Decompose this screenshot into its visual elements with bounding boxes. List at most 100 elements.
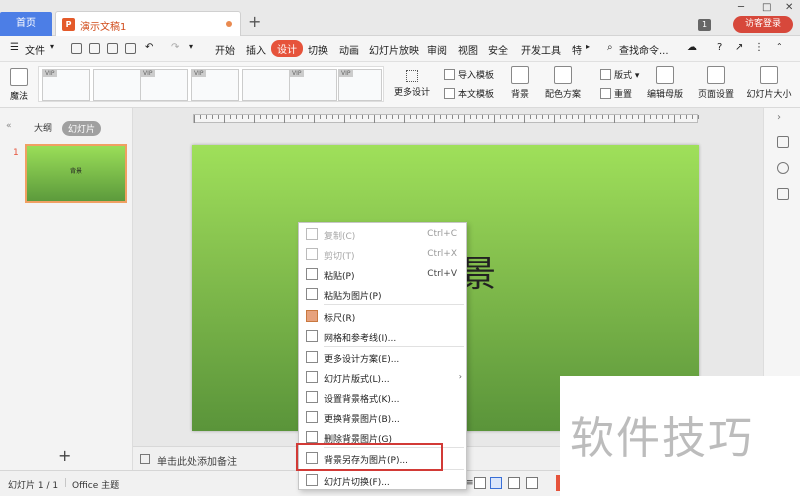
sorter-view-icon[interactable] xyxy=(508,477,520,489)
menu-item-ruler[interactable]: 标尺(R) xyxy=(299,306,468,326)
template-thumb[interactable] xyxy=(93,69,141,101)
layout-button[interactable]: 版式 ▾ xyxy=(600,68,639,81)
menu-item-slide-transition[interactable]: 幻灯片切换(F)... xyxy=(299,470,468,490)
ruler-tick xyxy=(338,115,339,119)
menu-animation[interactable]: 动画 xyxy=(339,42,359,57)
save-icon[interactable] xyxy=(71,43,82,54)
menu-item-paste[interactable]: 粘贴(P) Ctrl+V xyxy=(299,264,468,284)
menu-item-slide-layout[interactable]: 幻灯片版式(L)... › xyxy=(299,367,468,387)
new-tab-button[interactable]: + xyxy=(248,14,261,30)
visitor-login-button[interactable]: 访客登录 xyxy=(733,16,793,33)
slide-thumbnail[interactable]: 背景 xyxy=(25,144,127,203)
properties-icon[interactable] xyxy=(777,136,789,148)
template-thumb[interactable] xyxy=(242,69,290,101)
magic-button[interactable]: 魔法 xyxy=(6,68,32,102)
ruler-tick xyxy=(674,115,675,123)
minimize-icon[interactable]: ─ xyxy=(738,2,744,13)
ruler-tick xyxy=(296,115,297,119)
template-gallery: VIP VIP VIP VIP VIP xyxy=(38,66,384,102)
ruler-tick xyxy=(554,115,555,123)
menu-review[interactable]: 审阅 xyxy=(427,42,447,57)
print-icon[interactable] xyxy=(107,43,118,54)
more-design-button[interactable]: 更多设计 xyxy=(392,70,432,98)
template-thumb[interactable]: VIP xyxy=(140,69,188,101)
text-template-button[interactable]: 本文模板 xyxy=(444,87,494,100)
share-icon[interactable]: ↗ xyxy=(735,42,743,53)
normal-view-icon[interactable] xyxy=(490,477,502,489)
tab-outline[interactable]: 大纲 xyxy=(34,121,52,134)
ruler-tick xyxy=(638,115,639,119)
menu-view[interactable]: 视图 xyxy=(458,42,478,57)
copy-format-icon[interactable] xyxy=(777,188,789,200)
menu-item-cut[interactable]: 剪切(T) Ctrl+X xyxy=(299,244,468,264)
presentation-icon: P xyxy=(62,18,75,31)
maximize-icon[interactable]: □ xyxy=(762,2,771,13)
search-command[interactable]: 查找命令... xyxy=(619,42,669,57)
print-preview-icon[interactable] xyxy=(125,43,136,54)
ruler-tick xyxy=(470,115,471,119)
page-setup-button[interactable]: 页面设置 xyxy=(696,66,736,100)
cloud-icon[interactable]: ☁ xyxy=(687,42,697,53)
export-pdf-icon[interactable] xyxy=(89,43,100,54)
window-count-badge[interactable]: 1 xyxy=(698,19,711,31)
ruler-tick xyxy=(380,115,381,119)
menu-security[interactable]: 安全 xyxy=(488,42,508,57)
add-slide-button[interactable]: + xyxy=(58,446,71,465)
import-icon xyxy=(444,69,455,80)
ruler-tick xyxy=(416,115,417,119)
help-icon[interactable]: ? xyxy=(717,42,722,53)
ruler-tick xyxy=(290,115,291,119)
chevron-right-icon[interactable]: ▸ xyxy=(586,42,590,51)
menu-file[interactable]: 文件 xyxy=(25,42,45,57)
menu-item-more-designs[interactable]: 更多设计方案(E)... xyxy=(299,347,468,367)
ruler-tick xyxy=(236,115,237,119)
redo-icon[interactable]: ↷ xyxy=(171,42,179,53)
ruler-tick xyxy=(476,115,477,119)
menu-item-grid-guides[interactable]: 网格和参考线(I)... xyxy=(299,326,468,346)
menu-developer[interactable]: 开发工具 xyxy=(521,42,561,57)
reset-button[interactable]: 重置 xyxy=(600,87,632,100)
reading-view-icon[interactable] xyxy=(526,477,538,489)
chevron-down-icon[interactable]: ▾ xyxy=(189,42,193,51)
menu-design[interactable]: 设计 xyxy=(271,40,303,57)
layout-icon xyxy=(600,69,611,80)
edit-master-button[interactable]: 编辑母版 xyxy=(645,66,685,100)
undo-icon[interactable]: ↶ xyxy=(145,42,153,53)
chevron-down-icon[interactable]: ▾ xyxy=(50,42,54,51)
menu-item-paste-as-image[interactable]: 粘贴为图片(P) xyxy=(299,284,468,304)
search-icon[interactable]: ⌕ xyxy=(607,42,613,53)
menu-item-format-background[interactable]: 设置背景格式(K)... xyxy=(299,387,468,407)
hamburger-icon[interactable]: ☰ xyxy=(10,42,19,53)
menu-transition[interactable]: 切换 xyxy=(308,42,328,57)
template-thumb[interactable]: VIP xyxy=(191,69,239,101)
color-scheme-button[interactable]: 配色方案 xyxy=(541,66,585,100)
collapse-sidebar-icon[interactable]: › xyxy=(777,112,781,123)
menu-item-change-background-image[interactable]: 更换背景图片(B)... xyxy=(299,407,468,427)
menu-item-copy[interactable]: 复制(C) Ctrl+C xyxy=(299,224,468,244)
import-template-button[interactable]: 导入模板 xyxy=(444,68,494,81)
collapse-ribbon-icon[interactable]: ⌃ xyxy=(776,42,783,51)
template-thumb[interactable]: VIP xyxy=(42,69,90,101)
tab-slides[interactable]: 幻灯片 xyxy=(62,121,102,136)
animation-icon[interactable] xyxy=(777,162,789,174)
menu-more[interactable]: 特 xyxy=(572,42,582,57)
menu-slideshow[interactable]: 幻灯片放映 xyxy=(369,42,419,57)
slide-size-button[interactable]: 幻灯片大小 xyxy=(740,66,798,100)
transition-icon xyxy=(306,474,318,486)
background-button[interactable]: 背景 xyxy=(508,66,532,100)
ruler-tick xyxy=(284,115,285,123)
menu-insert[interactable]: 插入 xyxy=(246,42,266,57)
ruler-tick xyxy=(698,115,699,119)
template-thumb[interactable]: VIP xyxy=(289,69,337,101)
menu-start[interactable]: 开始 xyxy=(215,42,235,57)
more-icon[interactable]: ⋮ xyxy=(754,42,764,53)
close-icon[interactable]: ✕ xyxy=(785,2,793,13)
collapse-panel-icon[interactable]: « xyxy=(6,121,12,131)
template-thumb[interactable]: VIP xyxy=(338,69,382,101)
title-bar: 首页 P 演示文稿1 + 1 访客登录 ─ □ ✕ xyxy=(0,0,800,36)
ruler-tick xyxy=(518,115,519,119)
tab-document[interactable]: P 演示文稿1 xyxy=(55,11,241,36)
notes-view-icon[interactable] xyxy=(474,477,486,489)
tab-home[interactable]: 首页 xyxy=(0,12,52,36)
ruler-tick xyxy=(668,115,669,119)
